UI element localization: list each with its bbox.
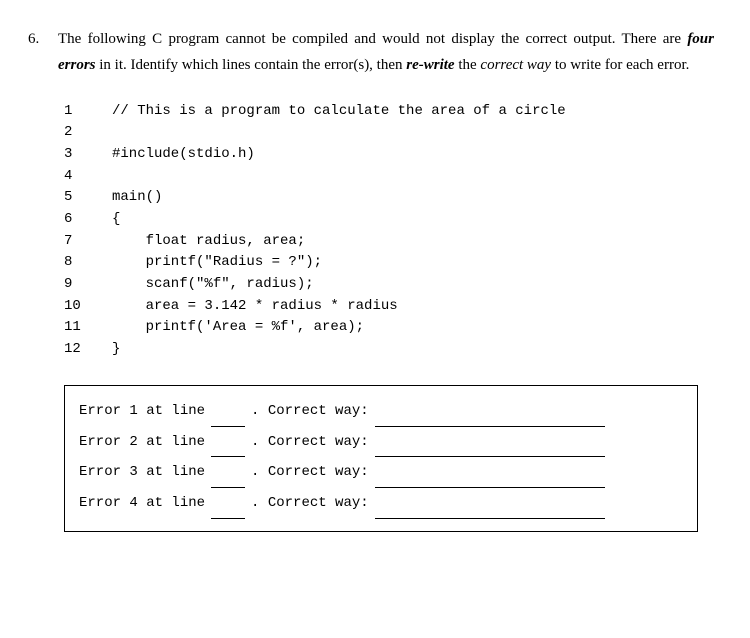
line-blank[interactable] [211, 411, 245, 426]
line-number: 11 [64, 317, 112, 339]
line-number: 10 [64, 296, 112, 318]
code-text: scanf("%f", radius); [112, 274, 314, 296]
question-number: 6. [28, 26, 46, 79]
answer-row: Error 3 at line . Correct way: [79, 457, 683, 488]
code-text: float radius, area; [112, 231, 305, 253]
code-line: 3#include(stdio.h) [64, 144, 714, 166]
q-text-italic1: correct way [480, 57, 551, 73]
answer-box: Error 1 at line . Correct way: Error 2 a… [64, 385, 698, 532]
line-number: 2 [64, 122, 112, 144]
code-line: 7 float radius, area; [64, 231, 714, 253]
q-text-seg4: to write for each error. [551, 57, 689, 73]
code-line: 2 [64, 122, 714, 144]
correct-way-blank[interactable] [375, 411, 605, 426]
line-number: 6 [64, 209, 112, 231]
code-line: 8 printf("Radius = ?"); [64, 252, 714, 274]
code-text: area = 3.142 * radius * radius [112, 296, 398, 318]
line-number: 1 [64, 101, 112, 123]
answer-label-mid: . Correct way: [251, 457, 369, 488]
line-number: 7 [64, 231, 112, 253]
code-line: 1// This is a program to calculate the a… [64, 101, 714, 123]
q-text-bold2: re-write [406, 57, 454, 73]
answer-row: Error 1 at line . Correct way: [79, 396, 683, 427]
code-listing: 1// This is a program to calculate the a… [64, 101, 714, 361]
answer-label-pre: Error 1 at line [79, 396, 205, 427]
answer-label-mid: . Correct way: [251, 427, 369, 458]
answer-row: Error 4 at line . Correct way: [79, 488, 683, 519]
code-line: 10 area = 3.142 * radius * radius [64, 296, 714, 318]
line-number: 9 [64, 274, 112, 296]
code-text: printf("Radius = ?"); [112, 252, 322, 274]
answer-label-pre: Error 2 at line [79, 427, 205, 458]
answer-row: Error 2 at line . Correct way: [79, 427, 683, 458]
correct-way-blank[interactable] [375, 473, 605, 488]
line-number: 5 [64, 187, 112, 209]
code-text: // This is a program to calculate the ar… [112, 101, 566, 123]
line-number: 3 [64, 144, 112, 166]
line-blank[interactable] [211, 473, 245, 488]
answer-label-mid: . Correct way: [251, 396, 369, 427]
code-text: { [112, 209, 120, 231]
answer-label-pre: Error 3 at line [79, 457, 205, 488]
line-blank[interactable] [211, 504, 245, 519]
line-blank[interactable] [211, 442, 245, 457]
q-text-seg1: The following C program cannot be compil… [58, 31, 687, 47]
line-number: 8 [64, 252, 112, 274]
code-line: 9 scanf("%f", radius); [64, 274, 714, 296]
correct-way-blank[interactable] [375, 442, 605, 457]
code-text: main() [112, 187, 162, 209]
code-line: 6{ [64, 209, 714, 231]
code-line: 11 printf('Area = %f', area); [64, 317, 714, 339]
answer-label-pre: Error 4 at line [79, 488, 205, 519]
code-text: #include(stdio.h) [112, 144, 255, 166]
correct-way-blank[interactable] [375, 504, 605, 519]
line-number: 4 [64, 166, 112, 188]
code-line: 5main() [64, 187, 714, 209]
code-line: 12} [64, 339, 714, 361]
code-text: printf('Area = %f', area); [112, 317, 364, 339]
question-block: 6. The following C program cannot be com… [28, 26, 714, 79]
answer-label-mid: . Correct way: [251, 488, 369, 519]
question-text: The following C program cannot be compil… [58, 26, 714, 79]
q-text-seg2: in it. Identify which lines contain the … [96, 57, 407, 73]
line-number: 12 [64, 339, 112, 361]
q-text-seg3: the [455, 57, 481, 73]
code-text: } [112, 339, 120, 361]
code-line: 4 [64, 166, 714, 188]
